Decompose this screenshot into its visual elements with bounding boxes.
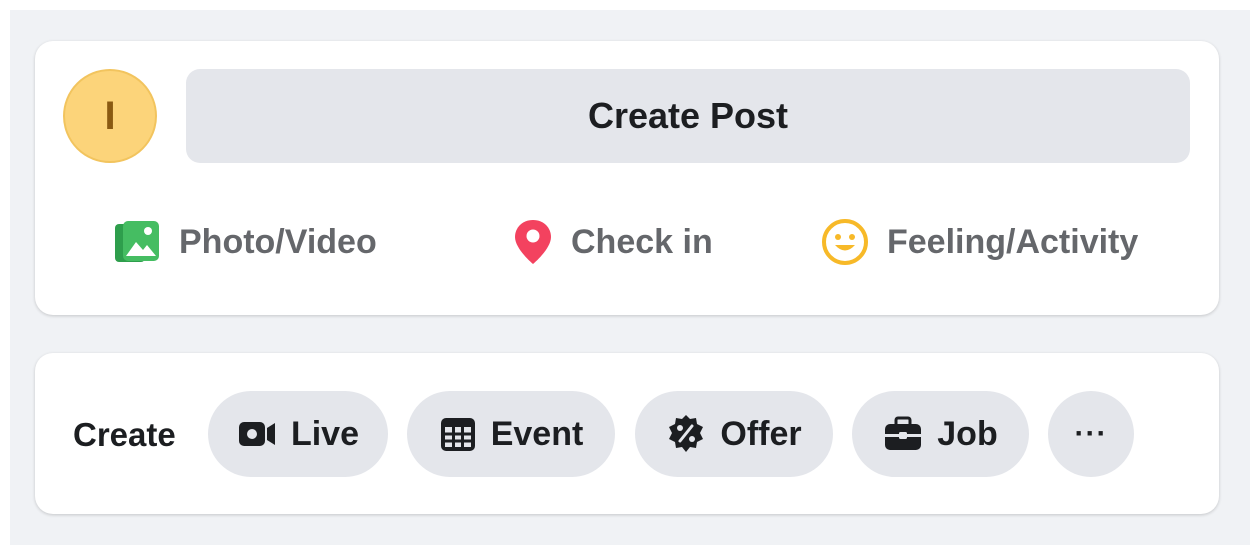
event-button[interactable]: Event <box>407 391 615 477</box>
event-label: Event <box>490 414 584 453</box>
live-button[interactable]: Live <box>208 391 388 477</box>
live-label: Live <box>290 414 360 453</box>
create-bar-card: Create Live Event Offer Job ··· <box>35 353 1219 514</box>
job-label: Job <box>937 414 998 453</box>
offer-button[interactable]: Offer <box>635 391 833 477</box>
feeling-activity-label: Feeling/Activity <box>887 222 1139 261</box>
photo-video-button[interactable]: Photo/Video <box>113 207 377 277</box>
feeling-activity-button[interactable]: Feeling/Activity <box>821 207 1138 277</box>
create-post-button[interactable]: Create Post <box>186 69 1190 163</box>
composer-actions: Photo/Video Check in Feeling/Activity <box>35 207 1219 277</box>
briefcase-icon <box>885 416 922 450</box>
avatar-initial: I <box>104 93 116 138</box>
photo-video-label: Photo/Video <box>179 222 377 261</box>
create-post-label: Create Post <box>587 95 789 136</box>
location-pin-icon <box>515 220 551 264</box>
avatar[interactable]: I <box>63 69 157 163</box>
smiley-icon <box>822 219 868 265</box>
job-button[interactable]: Job <box>852 391 1029 477</box>
calendar-icon <box>440 418 475 451</box>
photo-video-icon <box>115 221 159 262</box>
offer-badge-icon <box>669 415 704 452</box>
video-camera-icon <box>238 422 275 446</box>
offer-label: Offer <box>720 414 802 453</box>
check-in-button[interactable]: Check in <box>513 207 713 277</box>
check-in-label: Check in <box>571 222 713 261</box>
more-options-button[interactable]: ··· <box>1048 391 1134 477</box>
post-composer-card: I Create Post Photo/Video Check in Feeli… <box>35 41 1219 315</box>
create-label: Create <box>73 416 176 453</box>
more-options-icon: ··· <box>1074 417 1108 450</box>
